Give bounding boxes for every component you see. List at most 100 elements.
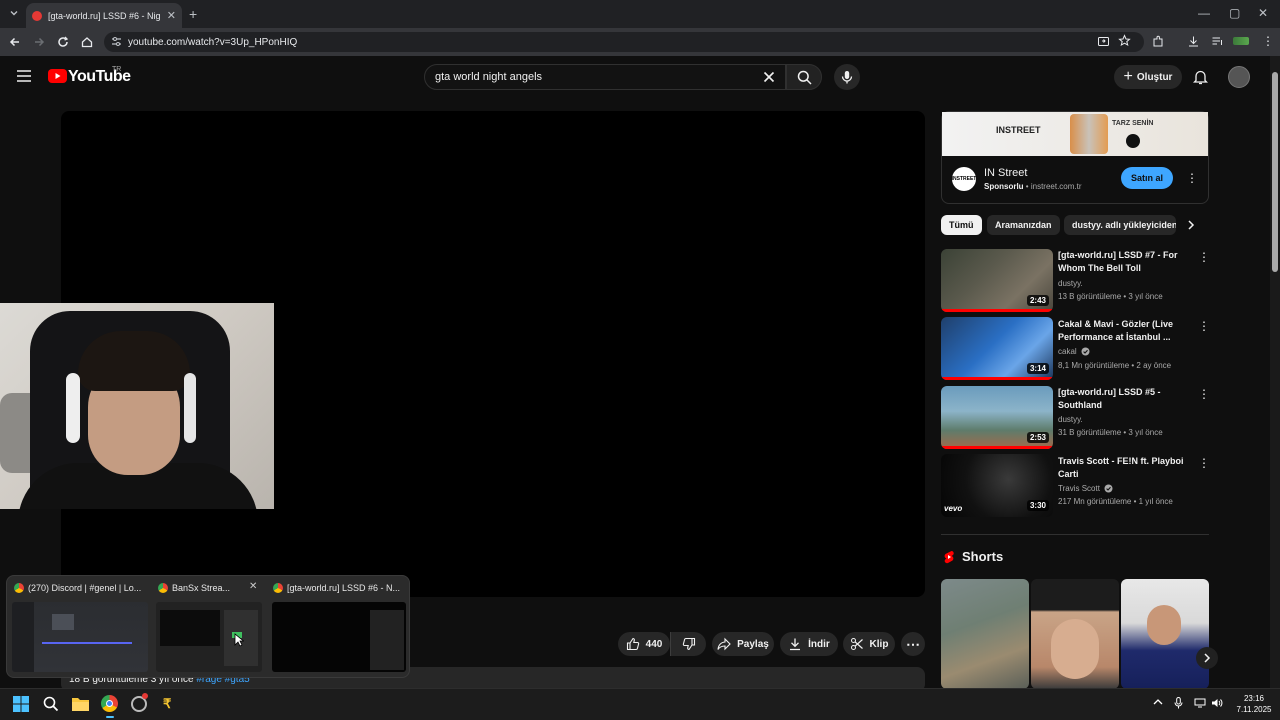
rec-title[interactable]: [gta-world.ru] LSSD #7 - For Whom The Be… — [1058, 249, 1194, 275]
shorts-next-button[interactable] — [1196, 647, 1218, 669]
dislike-button[interactable] — [670, 632, 706, 656]
scrollbar-thumb[interactable] — [1272, 72, 1278, 272]
rec-thumbnail[interactable]: 3:14 — [941, 317, 1053, 380]
short-thumbnail[interactable] — [941, 579, 1029, 689]
forward-icon[interactable] — [31, 34, 47, 50]
clock-time: 23:16 — [1243, 694, 1265, 703]
preview-thumb-youtube[interactable] — [272, 602, 406, 672]
window-close-icon[interactable]: ✕ — [1258, 6, 1268, 20]
ad-buy-button[interactable]: Satın al — [1121, 167, 1173, 189]
chip-all[interactable]: Tümü — [941, 215, 982, 235]
rec-title[interactable]: Cakal & Mavi - Gözler (Live Performance … — [1058, 318, 1194, 344]
ad-menu-icon[interactable]: ⋮ — [1186, 171, 1198, 185]
video-duration: 3:14 — [1026, 363, 1049, 374]
download-button[interactable]: İndir — [780, 632, 838, 656]
file-explorer-icon[interactable] — [72, 697, 89, 711]
address-bar[interactable]: youtube.com/watch?v=3Up_HPonHIQ — [104, 32, 1144, 52]
rec-menu-icon[interactable]: ⋮ — [1198, 319, 1210, 333]
rec-thumbnail[interactable]: 2:53 — [941, 386, 1053, 449]
chip-from-uploader[interactable]: dustyy. adlı yükleyiciden — [1064, 215, 1176, 235]
cast-icon[interactable] — [1097, 35, 1110, 48]
downloads-icon[interactable] — [1187, 35, 1200, 48]
tray-clock[interactable]: 23:16 7.11.2025 — [1232, 693, 1276, 715]
rec-menu-icon[interactable]: ⋮ — [1198, 250, 1210, 264]
tray-microphone-icon[interactable] — [1174, 697, 1183, 709]
search-input[interactable]: gta world night angels — [424, 64, 786, 90]
rec-channel[interactable]: dustyy. — [1058, 279, 1083, 288]
app-taskbar-icon[interactable]: ₹ — [163, 696, 171, 712]
create-button[interactable]: + Oluştur — [1114, 65, 1182, 89]
ad-advertiser-name[interactable]: IN Street — [984, 167, 1027, 179]
rec-channel-row[interactable]: Travis Scott — [1058, 484, 1113, 493]
preview-title-stream[interactable]: BanSx Strea... — [158, 582, 240, 594]
create-label: Oluştur — [1136, 71, 1173, 83]
thumbs-up-icon — [626, 637, 640, 651]
short-thumbnail[interactable] — [1121, 579, 1209, 689]
rec-channel-row[interactable]: cakal — [1058, 347, 1090, 356]
ad-banner-tagline: TARZ SENİN — [1112, 120, 1154, 127]
home-icon[interactable] — [79, 34, 95, 50]
tray-chevron-up-icon[interactable] — [1153, 698, 1163, 706]
chrome-icon — [14, 583, 24, 593]
preview-thumb-discord[interactable] — [12, 602, 148, 672]
rec-meta: 217 Mn görüntüleme • 1 yıl önce — [1058, 497, 1173, 506]
ad-advertiser-logo[interactable]: INSTREET — [952, 167, 976, 191]
tab-title: [gta-world.ru] LSSD #6 - Night — [48, 10, 161, 21]
rec-menu-icon[interactable]: ⋮ — [1198, 456, 1210, 470]
scissors-icon — [850, 637, 864, 651]
chrome-active-indicator — [106, 716, 114, 718]
rec-title[interactable]: Travis Scott - FE!N ft. Playboi Carti — [1058, 455, 1194, 481]
youtube-logo-icon[interactable] — [48, 69, 67, 83]
browser-menu-icon[interactable]: ⋮ — [1262, 34, 1274, 48]
hamburger-menu-icon[interactable] — [17, 70, 31, 82]
account-avatar[interactable] — [1228, 66, 1250, 88]
chip-from-search[interactable]: Aramanızdan — [987, 215, 1060, 235]
preview-close-icon[interactable]: ✕ — [249, 581, 257, 592]
preview-thumb-stream[interactable] — [156, 602, 262, 672]
windows-start-icon[interactable] — [13, 696, 29, 712]
share-button[interactable]: Paylaş — [712, 632, 774, 656]
extensions-icon[interactable] — [1152, 35, 1165, 48]
like-button[interactable]: 440 — [618, 632, 670, 656]
chrome-icon — [273, 583, 283, 593]
chips-next-chevron-icon[interactable] — [1186, 219, 1196, 231]
bookmark-star-icon[interactable] — [1118, 34, 1131, 47]
tab-search-icon[interactable] — [8, 7, 20, 19]
new-tab-icon[interactable]: + — [189, 6, 197, 22]
webcam-overlay — [0, 303, 274, 509]
site-info-icon[interactable] — [111, 36, 122, 47]
search-button[interactable] — [786, 64, 822, 90]
chrome-taskbar-icon[interactable] — [101, 695, 118, 712]
maximize-icon[interactable]: ▢ — [1229, 6, 1240, 20]
preview-title-youtube[interactable]: [gta-world.ru] LSSD #6 - N... — [273, 582, 405, 594]
ad-sponsor-line: Sponsorlu • instreet.com.tr — [984, 182, 1082, 191]
reload-icon[interactable] — [55, 34, 71, 50]
short-thumbnail[interactable] — [1031, 579, 1119, 689]
minimize-icon[interactable]: — — [1198, 6, 1210, 20]
more-actions-button[interactable]: ⋯ — [901, 632, 925, 656]
clip-button[interactable]: Klip — [843, 632, 895, 656]
ad-banner-image[interactable]: INSTREET TARZ SENİN — [942, 112, 1208, 156]
rec-thumbnail[interactable]: 2:43 — [941, 249, 1053, 312]
voice-search-button[interactable] — [834, 64, 860, 90]
clear-search-icon[interactable] — [763, 71, 775, 83]
rec-title[interactable]: [gta-world.ru] LSSD #5 - Southland — [1058, 386, 1194, 412]
rec-menu-icon[interactable]: ⋮ — [1198, 387, 1210, 401]
back-icon[interactable] — [7, 34, 23, 50]
rec-thumbnail[interactable]: vevo 3:30 — [941, 454, 1053, 517]
notifications-bell-icon[interactable] — [1193, 69, 1208, 85]
profile-extension-icon[interactable] — [1233, 37, 1249, 45]
headphone-right-shape — [184, 373, 196, 443]
tray-volume-icon[interactable] — [1211, 698, 1223, 708]
rec-channel[interactable]: dustyy. — [1058, 415, 1083, 424]
preview-title-discord[interactable]: (270) Discord | #genel | Lo... — [14, 582, 148, 594]
tab-close-icon[interactable]: ✕ — [167, 9, 176, 22]
browser-tab-active[interactable]: [gta-world.ru] LSSD #6 - Night ✕ — [26, 3, 182, 28]
obs-taskbar-icon[interactable] — [131, 693, 148, 712]
media-controls-icon[interactable] — [1211, 35, 1224, 48]
watch-progress-bar — [941, 309, 1053, 312]
vevo-badge: vevo — [944, 504, 963, 513]
watch-progress-bar — [941, 377, 1053, 380]
taskbar-search-icon[interactable] — [43, 696, 59, 712]
tray-network-icon[interactable] — [1194, 698, 1206, 708]
